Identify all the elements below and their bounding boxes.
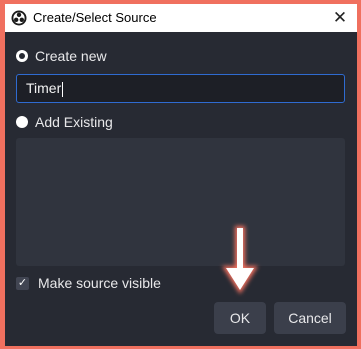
existing-sources-list[interactable]: [16, 138, 345, 266]
close-icon[interactable]: ✕: [323, 4, 357, 32]
title-bar: Create/Select Source ✕: [5, 4, 357, 32]
window-title: Create/Select Source: [33, 10, 157, 25]
source-name-input[interactable]: Timer: [16, 74, 345, 103]
source-name-value: Timer: [26, 80, 62, 96]
text-caret: [62, 81, 64, 97]
add-existing-label: Add Existing: [35, 114, 113, 130]
create-new-radio[interactable]: [16, 50, 28, 62]
add-existing-option[interactable]: Add Existing: [16, 114, 113, 130]
make-visible-label: Make source visible: [38, 275, 161, 291]
ok-button[interactable]: OK: [214, 302, 266, 334]
cancel-button[interactable]: Cancel: [274, 302, 346, 334]
create-new-option[interactable]: Create new: [16, 48, 107, 64]
add-existing-radio[interactable]: [16, 116, 28, 128]
arrow-down-icon: [222, 226, 258, 294]
dialog-window: Create/Select Source ✕ Create new Timer …: [5, 4, 357, 346]
make-visible-option[interactable]: ✓ Make source visible: [16, 275, 161, 291]
make-visible-checkbox[interactable]: ✓: [16, 276, 29, 290]
obs-logo-icon: [11, 10, 27, 26]
create-new-label: Create new: [35, 48, 107, 64]
